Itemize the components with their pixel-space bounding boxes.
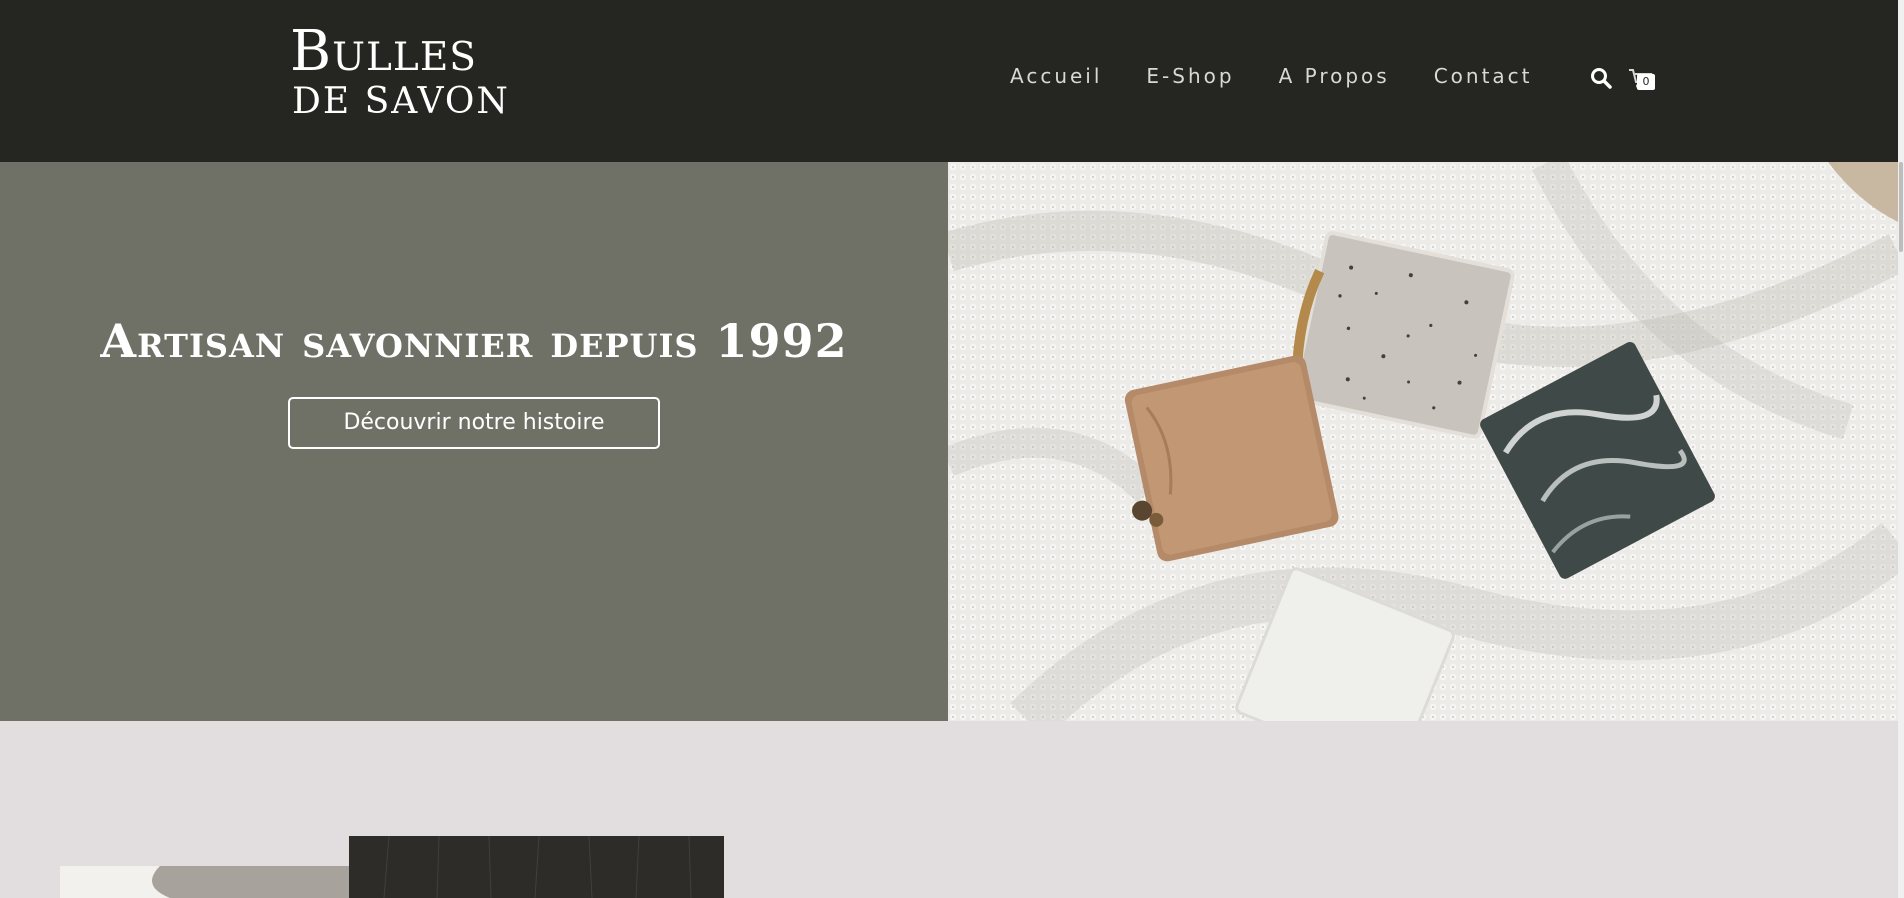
- main-nav: Accueil E-Shop A Propos Contact: [1010, 62, 1577, 90]
- logo-line1: Bulles: [290, 19, 478, 84]
- nav-item-contact[interactable]: Contact: [1434, 62, 1533, 90]
- discover-story-button[interactable]: Découvrir notre histoire: [288, 397, 660, 449]
- scrollbar-track[interactable]: [1898, 0, 1904, 898]
- cart-count-badge: 0: [1637, 74, 1655, 90]
- site-logo[interactable]: Bulles DE SAVON: [290, 24, 510, 122]
- hero-panel: Artisan savonnier depuis 1992 Découvrir …: [0, 162, 948, 721]
- nav-item-eshop[interactable]: E-Shop: [1146, 62, 1234, 90]
- hero-title: Artisan savonnier depuis 1992: [100, 314, 848, 368]
- nav-item-a-propos[interactable]: A Propos: [1279, 62, 1390, 90]
- scrollbar-thumb[interactable]: [1899, 162, 1903, 252]
- product-photo-light: [60, 866, 373, 898]
- search-icon[interactable]: [1590, 67, 1612, 89]
- hero-soap-photo: [948, 162, 1898, 721]
- site-header: Bulles DE SAVON Accueil E-Shop A Propos …: [0, 0, 1898, 162]
- logo-line2: DE SAVON: [292, 81, 510, 122]
- nav-item-accueil[interactable]: Accueil: [1010, 62, 1102, 90]
- product-photo-dark: [349, 836, 724, 898]
